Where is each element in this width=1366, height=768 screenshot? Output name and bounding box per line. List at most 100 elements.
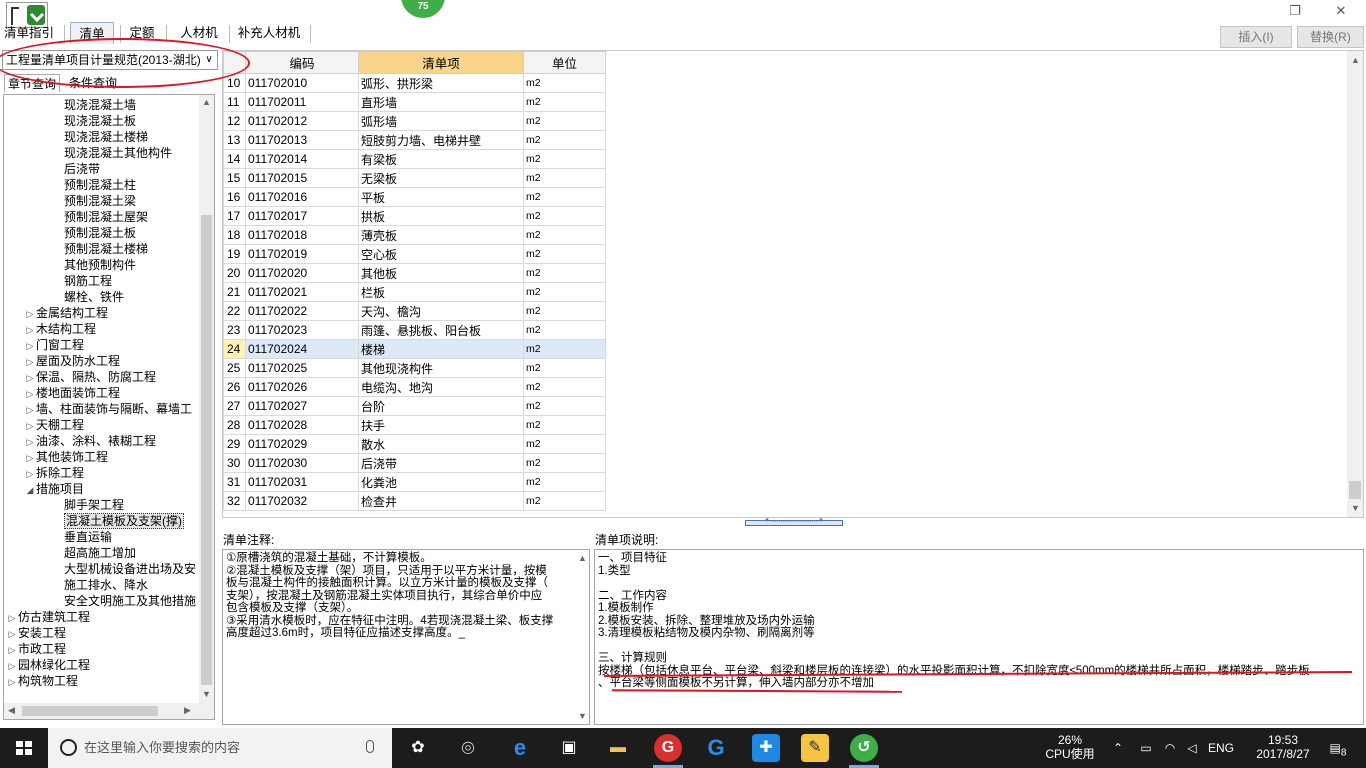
- panel-splitter[interactable]: [745, 516, 843, 526]
- item-unit[interactable]: m2: [523, 491, 606, 511]
- tree-item[interactable]: 大型机械设备进出场及安: [52, 561, 196, 577]
- item-unit[interactable]: m2: [523, 73, 606, 93]
- row-number[interactable]: 29: [223, 434, 246, 454]
- tree-item[interactable]: ▷ 市政工程: [6, 641, 66, 657]
- tree-expand-icon[interactable]: ▷: [24, 338, 36, 354]
- item-name[interactable]: 短肢剪力墙、电梯井壁: [358, 130, 524, 150]
- item-name[interactable]: 直形墙: [358, 92, 524, 112]
- tab-chapter-query[interactable]: 章节查询: [4, 74, 61, 92]
- item-unit[interactable]: m2: [523, 263, 606, 283]
- item-name[interactable]: 楼梯: [358, 339, 524, 359]
- tree-item[interactable]: ▷ 仿古建筑工程: [6, 609, 90, 625]
- tree-item[interactable]: ▷ 安装工程: [6, 625, 66, 641]
- tree-item[interactable]: ▷ 保温、隔热、防腐工程: [24, 369, 156, 385]
- item-unit[interactable]: m2: [523, 149, 606, 169]
- item-code[interactable]: 011702020: [245, 263, 359, 283]
- item-code[interactable]: 011702030: [245, 453, 359, 473]
- row-number[interactable]: 23: [223, 320, 246, 340]
- item-name[interactable]: 天沟、檐沟: [358, 301, 524, 321]
- store-icon[interactable]: ▣: [555, 734, 583, 762]
- tab-supplement-materials[interactable]: 补充人材机: [236, 22, 302, 44]
- tree-collapse-icon[interactable]: ◢: [24, 482, 36, 498]
- green-app-icon[interactable]: ↺: [850, 734, 878, 762]
- row-number[interactable]: 20: [223, 263, 246, 283]
- tree-expand-icon[interactable]: ▷: [24, 370, 36, 386]
- table-row[interactable]: 18 011702018 薄壳板 m2: [223, 225, 606, 245]
- tree-item[interactable]: ▷ 墙、柱面装饰与隔断、幕墙工: [24, 401, 192, 417]
- tree-item[interactable]: 脚手架工程: [52, 497, 124, 513]
- row-number[interactable]: 10: [223, 73, 246, 93]
- item-code[interactable]: 011702031: [245, 472, 359, 492]
- tree-expand-icon[interactable]: ▷: [24, 306, 36, 322]
- tree-item[interactable]: ▷ 木结构工程: [24, 321, 96, 337]
- tab-materials[interactable]: 人材机: [176, 22, 222, 44]
- table-row[interactable]: 14 011702014 有梁板 m2: [223, 149, 606, 169]
- table-row[interactable]: 23 011702023 雨篷、悬挑板、阳台板 m2: [223, 320, 606, 340]
- item-name[interactable]: 其他板: [358, 263, 524, 283]
- tree-expand-icon[interactable]: ▷: [24, 354, 36, 370]
- row-number[interactable]: 30: [223, 453, 246, 473]
- item-code[interactable]: 011702021: [245, 282, 359, 302]
- item-unit[interactable]: m2: [523, 472, 606, 492]
- tree-expand-icon[interactable]: ▷: [6, 626, 18, 642]
- item-code[interactable]: 011702029: [245, 434, 359, 454]
- table-row[interactable]: 30 011702030 后浇带 m2: [223, 453, 606, 473]
- item-unit[interactable]: m2: [523, 168, 606, 188]
- notes-text[interactable]: ①原槽浇筑的混凝土基础，不计算模板。 ②混凝土模板及支撑（架）项目，只适用于以平方…: [222, 549, 590, 725]
- item-name[interactable]: 散水: [358, 434, 524, 454]
- item-code[interactable]: 011702011: [245, 92, 359, 112]
- row-number[interactable]: 18: [223, 225, 246, 245]
- tree-item[interactable]: 预制混凝土梁: [52, 193, 136, 209]
- notification-center-icon[interactable]: ▤8: [1326, 728, 1350, 768]
- item-unit[interactable]: m2: [523, 225, 606, 245]
- cpu-meter[interactable]: 26% CPU使用: [1040, 733, 1100, 768]
- tree-horizontal-scrollbar[interactable]: ◀ ▶: [4, 703, 214, 719]
- tree-item[interactable]: 安全文明施工及其他措施: [52, 593, 196, 609]
- edge-icon[interactable]: e: [506, 734, 534, 762]
- item-name[interactable]: 扶手: [358, 415, 524, 435]
- tree-item[interactable]: 超高施工增加: [52, 545, 136, 561]
- tree-item[interactable]: ▷ 其他装饰工程: [24, 449, 108, 465]
- item-unit[interactable]: m2: [523, 396, 606, 416]
- item-unit[interactable]: m2: [523, 244, 606, 264]
- glodon-app-icon[interactable]: G: [654, 734, 682, 762]
- item-name[interactable]: 有梁板: [358, 149, 524, 169]
- tab-quota[interactable]: 定额: [124, 22, 160, 44]
- tree-expand-icon[interactable]: ▷: [24, 450, 36, 466]
- clock[interactable]: 19:53 2017/8/27: [1246, 733, 1320, 768]
- item-code[interactable]: 011702010: [245, 73, 359, 93]
- row-number[interactable]: 26: [223, 377, 246, 397]
- microphone-icon[interactable]: [366, 740, 374, 753]
- table-row[interactable]: 11 011702011 直形墙 m2: [223, 92, 606, 112]
- browser-360-icon[interactable]: ◎: [454, 734, 482, 762]
- item-name[interactable]: 雨篷、悬挑板、阳台板: [358, 320, 524, 340]
- row-number[interactable]: 19: [223, 244, 246, 264]
- tree-item[interactable]: 预制混凝土楼梯: [52, 241, 148, 257]
- item-unit[interactable]: m2: [523, 92, 606, 112]
- tab-list-guide[interactable]: 清单指引: [0, 22, 58, 44]
- table-row[interactable]: 32 011702032 检查井 m2: [223, 491, 606, 511]
- tree-expand-icon[interactable]: ▷: [24, 386, 36, 402]
- row-number[interactable]: 15: [223, 168, 246, 188]
- table-row[interactable]: 19 011702019 空心板 m2: [223, 244, 606, 264]
- item-name[interactable]: 化粪池: [358, 472, 524, 492]
- item-name[interactable]: 无梁板: [358, 168, 524, 188]
- item-unit[interactable]: m2: [523, 377, 606, 397]
- chevron-down-icon[interactable]: ∨: [201, 51, 217, 69]
- item-unit[interactable]: m2: [523, 415, 606, 435]
- item-unit[interactable]: m2: [523, 301, 606, 321]
- item-name[interactable]: 弧形、拱形梁: [358, 73, 524, 93]
- item-name[interactable]: 台阶: [358, 396, 524, 416]
- tree-item[interactable]: 施工排水、降水: [52, 577, 148, 593]
- row-number[interactable]: 12: [223, 111, 246, 131]
- table-row[interactable]: 12 011702012 弧形墙 m2: [223, 111, 606, 131]
- tree-expand-icon[interactable]: ▷: [6, 610, 18, 626]
- item-name[interactable]: 电缆沟、地沟: [358, 377, 524, 397]
- tree-item[interactable]: ▷ 园林绿化工程: [6, 657, 90, 673]
- tree-item[interactable]: 螺栓、铁件: [52, 289, 124, 305]
- row-number[interactable]: 17: [223, 206, 246, 226]
- item-code[interactable]: 011702024: [245, 339, 359, 359]
- tree-item[interactable]: 现浇混凝土其他构件: [52, 145, 172, 161]
- item-code[interactable]: 011702032: [245, 491, 359, 511]
- tree-item[interactable]: 现浇混凝土板: [52, 113, 136, 129]
